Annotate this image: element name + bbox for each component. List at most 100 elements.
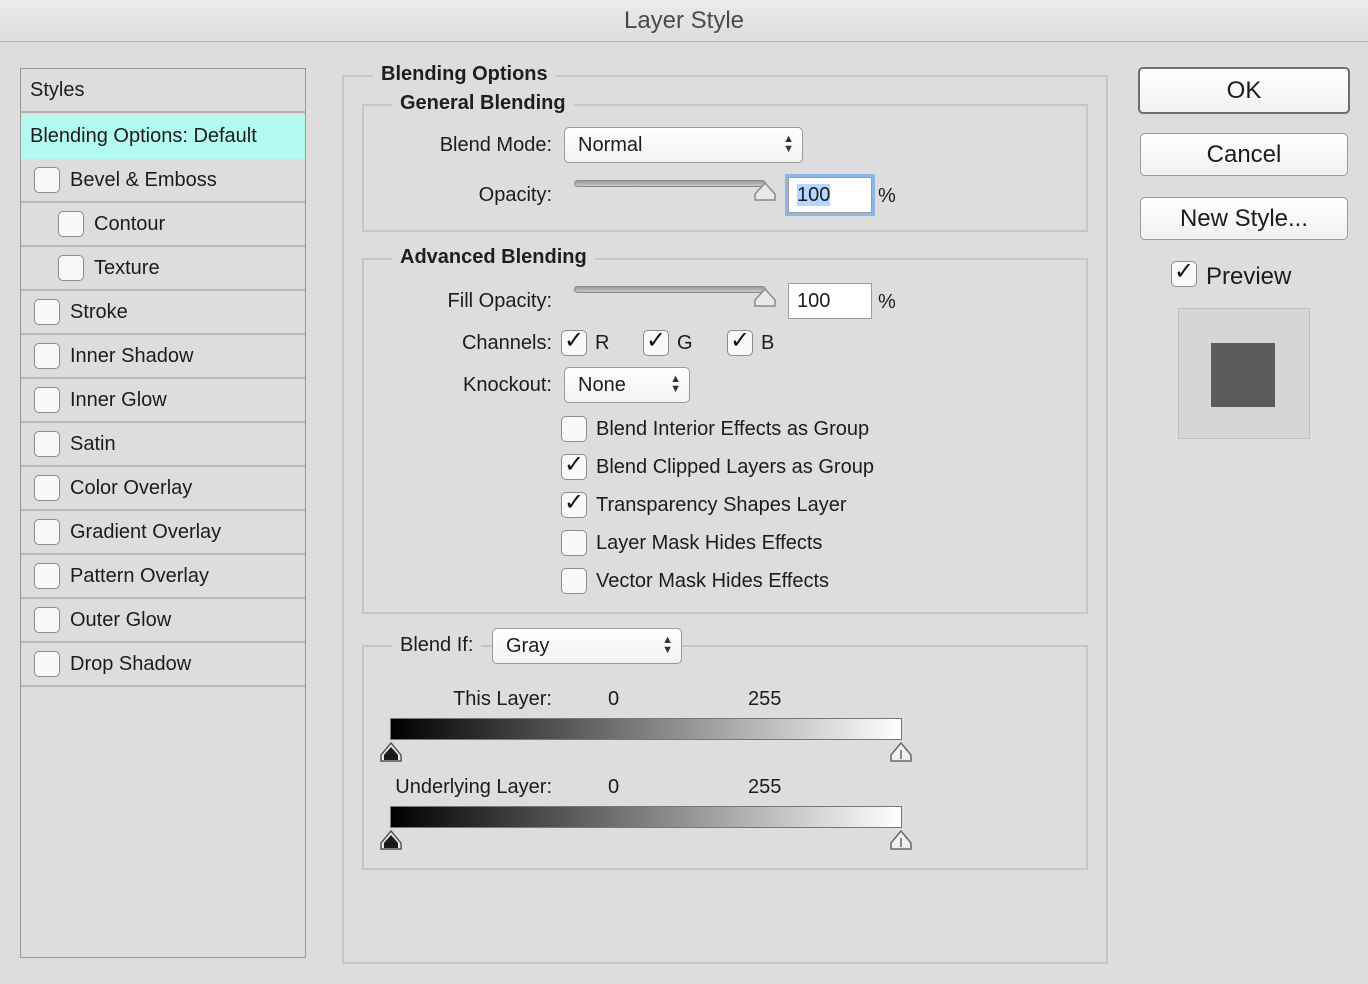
style-item[interactable]: Color Overlay	[21, 467, 305, 511]
opacity-unit: %	[878, 185, 896, 207]
underlying-layer-black-handle[interactable]	[379, 828, 403, 852]
fill-opacity-input[interactable]: 100	[788, 283, 872, 319]
style-item-label: Inner Shadow	[70, 345, 194, 367]
this-layer-white-handle[interactable]	[889, 740, 913, 764]
underlying-layer-white-handle[interactable]	[889, 828, 913, 852]
style-item-label: Inner Glow	[70, 389, 167, 411]
style-item-label: Color Overlay	[70, 477, 193, 499]
checkmark-icon: ✓	[730, 327, 751, 354]
style-item-label: Outer Glow	[70, 609, 172, 631]
advanced-option-checkbox[interactable]: ✓	[561, 489, 587, 518]
blend-mode-value: Normal	[578, 134, 643, 156]
channel-r-checkbox[interactable]: ✓	[561, 327, 587, 356]
general-blending-title: General Blending	[392, 91, 574, 115]
knockout-value: None	[578, 374, 626, 396]
style-item[interactable]: Outer Glow	[21, 599, 305, 643]
opacity-slider-handle[interactable]	[753, 180, 777, 204]
this-layer-min: 0	[608, 688, 620, 710]
checkmark-icon: ✓	[564, 327, 585, 354]
styles-panel: Styles Blending Options: Default Bevel & …	[20, 68, 306, 958]
advanced-option-checkbox[interactable]	[561, 416, 587, 442]
checkmark-icon: ✓	[646, 327, 667, 354]
ok-button[interactable]: OK	[1138, 67, 1350, 114]
style-item[interactable]: Texture	[21, 247, 305, 291]
style-item[interactable]: Blending Options: Default	[21, 115, 305, 159]
advanced-option-checkbox[interactable]	[561, 530, 587, 556]
checkmark-icon: ✓	[564, 489, 585, 516]
blend-mode-label: Blend Mode:	[439, 134, 552, 156]
select-arrows-icon: ▲ ▼	[662, 634, 673, 656]
style-item[interactable]: Gradient Overlay	[21, 511, 305, 555]
fill-opacity-slider-track[interactable]	[574, 286, 766, 293]
this-layer-label: This Layer:	[453, 688, 552, 710]
style-item-checkbox[interactable]	[34, 651, 60, 677]
blend-mode-select[interactable]: Normal ▲ ▼	[564, 127, 803, 163]
window-title: Layer Style	[0, 0, 1368, 42]
checkmark-icon: ✓	[1174, 258, 1195, 285]
style-item-label: Pattern Overlay	[70, 565, 209, 587]
style-item-checkbox[interactable]	[34, 299, 60, 325]
blend-if-group	[362, 645, 1088, 870]
style-item-checkbox[interactable]	[34, 519, 60, 545]
advanced-option-checkbox[interactable]: ✓	[561, 451, 587, 480]
style-item[interactable]: Drop Shadow	[21, 643, 305, 687]
styles-panel-header: Styles	[21, 69, 305, 113]
fill-opacity-unit: %	[878, 291, 896, 313]
select-arrows-icon: ▲ ▼	[670, 373, 681, 395]
underlying-layer-min: 0	[608, 776, 620, 798]
advanced-option-label: Vector Mask Hides Effects	[596, 570, 830, 592]
advanced-option-label: Blend Clipped Layers as Group	[596, 456, 874, 478]
fill-opacity-label: Fill Opacity:	[447, 290, 552, 312]
style-item-checkbox[interactable]	[34, 607, 60, 633]
channel-label: G	[677, 332, 693, 354]
blend-if-label: Blend If:	[392, 633, 482, 657]
style-item-checkbox[interactable]	[58, 211, 84, 237]
style-item-checkbox[interactable]	[34, 387, 60, 413]
fill-opacity-value: 100	[797, 290, 831, 312]
fill-opacity-slider-handle[interactable]	[753, 286, 777, 310]
style-item-checkbox[interactable]	[34, 431, 60, 457]
blending-options-title: Blending Options	[373, 62, 556, 86]
this-layer-black-handle[interactable]	[379, 740, 403, 764]
knockout-label: Knockout:	[463, 374, 552, 396]
general-blending-group	[362, 104, 1088, 232]
preview-frame	[1178, 308, 1310, 439]
style-item-checkbox[interactable]	[34, 167, 60, 193]
new-style-button[interactable]: New Style...	[1140, 197, 1348, 240]
channels-label: Channels:	[461, 332, 552, 354]
preview-label: Preview	[1206, 263, 1292, 290]
blend-if-select[interactable]: Gray ▲ ▼	[492, 628, 682, 664]
style-item[interactable]: Inner Glow	[21, 379, 305, 423]
advanced-option-checkbox[interactable]	[561, 568, 587, 594]
preview-swatch	[1211, 343, 1275, 407]
style-item[interactable]: Inner Shadow	[21, 335, 305, 379]
style-item[interactable]: Contour	[21, 203, 305, 247]
underlying-layer-label: Underlying Layer:	[395, 776, 552, 798]
cancel-button[interactable]: Cancel	[1140, 133, 1348, 176]
knockout-select[interactable]: None ▲ ▼	[564, 367, 690, 403]
channel-b-checkbox[interactable]: ✓	[727, 327, 753, 356]
advanced-option-label: Layer Mask Hides Effects	[596, 532, 823, 554]
style-item-label: Texture	[94, 257, 160, 279]
style-item[interactable]: Pattern Overlay	[21, 555, 305, 599]
style-item-label: Drop Shadow	[70, 653, 192, 675]
preview-checkbox[interactable]: ✓	[1171, 258, 1197, 287]
style-item[interactable]: Bevel & Emboss	[21, 159, 305, 203]
this-layer-gradient	[390, 718, 902, 740]
opacity-input[interactable]: 100	[785, 174, 875, 216]
opacity-label: Opacity:	[478, 184, 552, 206]
underlying-layer-max: 255	[748, 776, 782, 798]
style-item-checkbox[interactable]	[34, 343, 60, 369]
style-item-checkbox[interactable]	[34, 475, 60, 501]
advanced-blending-title: Advanced Blending	[392, 245, 595, 269]
style-item[interactable]: Satin	[21, 423, 305, 467]
style-item-checkbox[interactable]	[34, 563, 60, 589]
style-item[interactable]: Stroke	[21, 291, 305, 335]
opacity-slider-track[interactable]	[574, 180, 766, 187]
channel-g-checkbox[interactable]: ✓	[643, 327, 669, 356]
style-item-checkbox[interactable]	[58, 255, 84, 281]
opacity-value: 100	[797, 184, 831, 206]
style-item-label: Bevel & Emboss	[70, 169, 217, 191]
style-item-label: Blending Options: Default	[30, 125, 257, 147]
advanced-option-label: Transparency Shapes Layer	[596, 494, 847, 516]
